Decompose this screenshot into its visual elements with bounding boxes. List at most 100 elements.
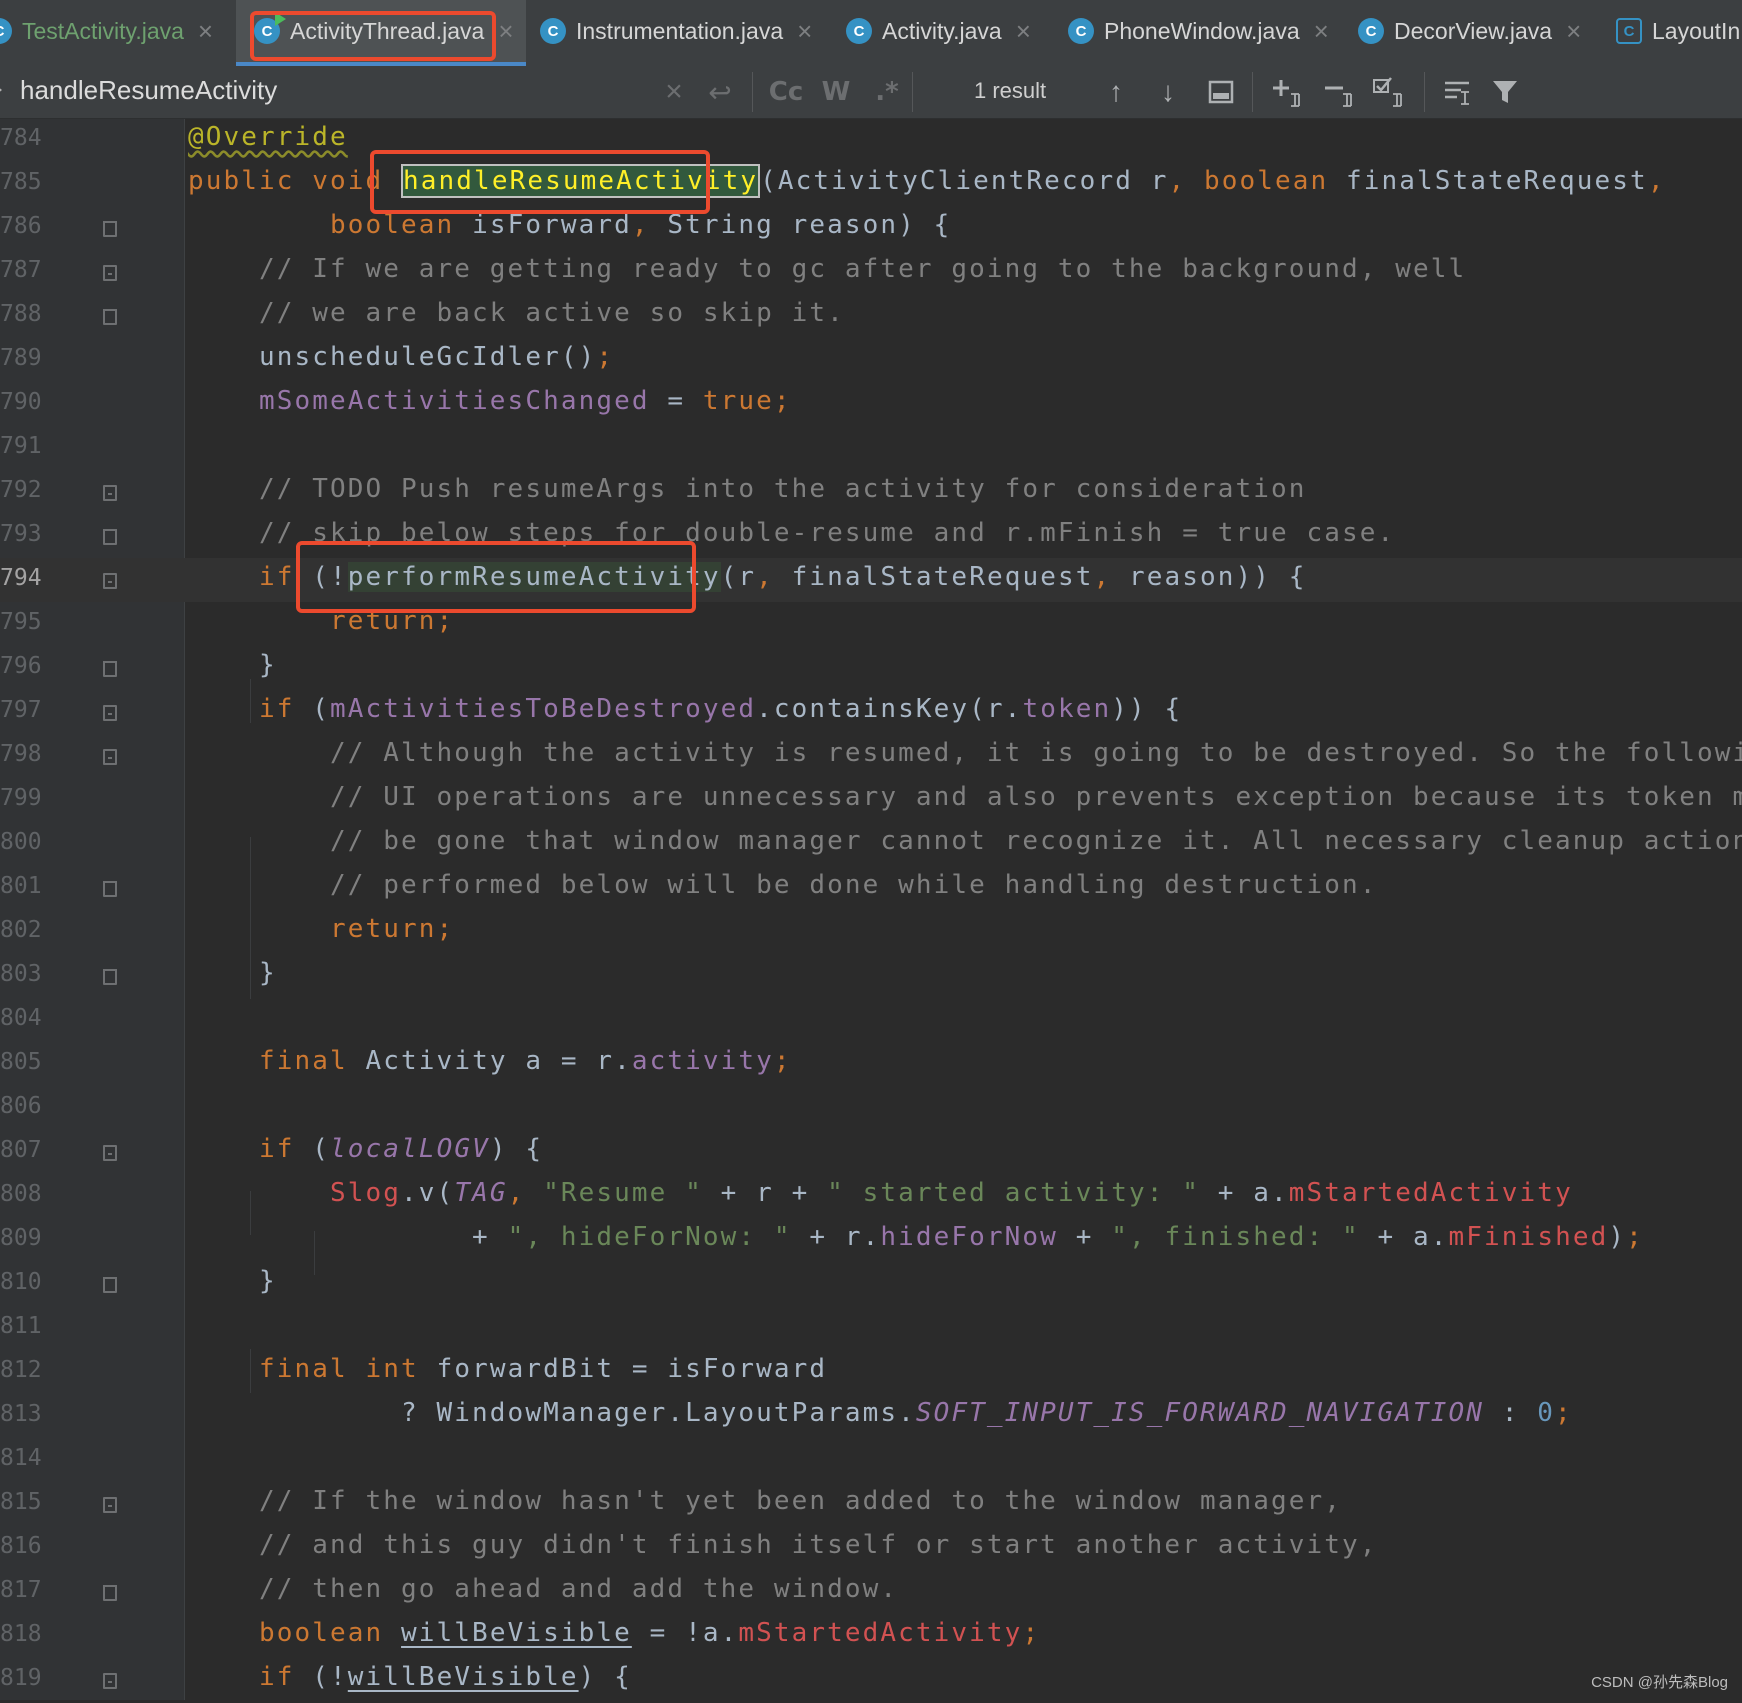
line-number: 816 [0,1533,42,1559]
line-number: 802 [0,917,42,943]
tab-label: PhoneWindow.java [1104,17,1300,44]
fold-icon[interactable] [103,1585,117,1601]
line-number: 814 [0,1445,42,1471]
close-icon[interactable]: × [1016,16,1031,47]
code-text: return; [330,914,455,944]
clear-icon[interactable]: × [660,72,688,112]
fold-icon[interactable] [103,1277,117,1293]
code-text: if (!performResumeActivity(r, finalState… [259,562,1307,592]
code-text: // and this guy didn't finish itself or … [259,1530,1378,1560]
close-icon[interactable]: × [498,16,513,47]
tab-decorview[interactable]: C DecorView.java × [1358,0,1598,62]
fold-icon[interactable] [103,1145,117,1161]
line-number: 797 [0,697,42,723]
fold-icon[interactable] [103,1497,117,1513]
filter-search-results-icon[interactable] [1440,72,1476,112]
close-icon[interactable]: × [198,16,213,47]
java-class-icon: C [846,18,872,44]
code-text: if (localLOGV) { [259,1134,544,1164]
code-text: boolean isForward, String reason) { [330,210,952,240]
code-text: if (mActivitiesToBeDestroyed.containsKey… [259,694,1183,724]
fold-icon[interactable] [103,573,117,589]
fold-icon[interactable] [103,749,117,765]
code-text: } [188,650,277,680]
fold-icon[interactable] [103,485,117,501]
code-text: // UI operations are unnecessary and als… [330,782,1742,812]
tab-activity[interactable]: C Activity.java × [846,0,1046,62]
code-text: final int forwardBit = isForward [259,1354,828,1384]
fold-icon[interactable] [103,265,117,281]
code-line: 786 boolean isForward, String reason) { [0,207,1742,251]
code-line: 789 unscheduleGcIdler(); [0,339,1742,383]
select-occurrences-icon[interactable] [1370,72,1408,112]
code-line: 784 @Override [0,119,1742,163]
code-text: boolean willBeVisible = !a.mStartedActiv… [259,1618,1041,1648]
code-line: 795 return; [0,603,1742,647]
line-number: 791 [0,433,42,459]
code-line: 790 mSomeActivitiesChanged = true; [0,383,1742,427]
tab-testactivity[interactable]: C TestActivity.java × [0,0,230,62]
run-icon [275,12,286,26]
fold-icon[interactable] [103,705,117,721]
remove-occurrence-icon[interactable] [1320,72,1356,112]
line-number: 788 [0,301,42,327]
close-icon[interactable]: × [1566,16,1581,47]
code-text: if (!willBeVisible) { [259,1662,632,1692]
line-number: 794 [0,565,42,591]
code-text: public void handleResumeActivity(Activit… [188,164,1666,198]
line-number: 808 [0,1181,42,1207]
tab-activitythread[interactable]: C ActivityThread.java × [236,0,526,66]
code-line: 796 } [0,647,1742,691]
tab-instrumentation[interactable]: C Instrumentation.java × [540,0,830,62]
tab-phonewindow[interactable]: C PhoneWindow.java × [1068,0,1329,62]
code-line: 791 [0,427,1742,471]
fold-icon[interactable] [103,969,117,985]
divider [912,72,913,112]
history-icon[interactable]: ↩ [704,72,736,112]
fold-icon[interactable] [103,881,117,897]
add-occurrence-icon[interactable] [1268,72,1304,112]
regex-toggle[interactable]: .* [870,72,904,112]
line-number: 800 [0,829,42,855]
code-line: 819 if (!willBeVisible) { [0,1659,1742,1703]
filter-icon[interactable] [1488,72,1522,112]
expand-icon[interactable] [0,82,2,98]
match-case-toggle[interactable]: Cc [766,72,806,112]
code-line: 812 final int forwardBit = isForward [0,1351,1742,1395]
code-text: // Although the activity is resumed, it … [330,738,1742,768]
code-line: 802 return; [0,911,1742,955]
tab-label: LayoutIn [1652,17,1741,44]
code-editor[interactable]: 784 @Override 785 public void handleResu… [0,119,1742,1700]
search-input[interactable]: handleResumeActivity [20,75,277,106]
arrow-up-icon[interactable]: ↑ [1100,72,1132,112]
close-icon[interactable]: × [1314,16,1329,47]
code-text: + ", hideForNow: " + r.hideForNow + ", f… [188,1222,1644,1252]
line-number: 795 [0,609,42,635]
fold-icon[interactable] [103,221,117,237]
code-line: 803 } [0,955,1742,999]
fold-icon[interactable] [103,661,117,677]
line-number: 805 [0,1049,42,1075]
code-line: 801 // performed below will be done whil… [0,867,1742,911]
java-abstract-class-icon: C [1616,18,1642,44]
line-number: 784 [0,125,42,151]
code-line: 815 // If the window hasn't yet been add… [0,1483,1742,1527]
line-number: 812 [0,1357,42,1383]
close-icon[interactable]: × [797,16,812,47]
fold-icon[interactable] [103,529,117,545]
tab-label: TestActivity.java [22,17,184,44]
code-line: 793 // skip below steps for double-resum… [0,515,1742,559]
code-line: 809 + ", hideForNow: " + r.hideForNow + … [0,1219,1742,1263]
tab-label: Activity.java [882,17,1002,44]
java-class-icon: C [1358,18,1384,44]
divider [1424,72,1425,112]
fold-icon[interactable] [103,309,117,325]
fold-icon[interactable] [103,1673,117,1689]
whole-words-toggle[interactable]: W [818,72,854,112]
tab-layoutinflater[interactable]: C LayoutIn [1616,0,1742,62]
select-all-occurrences-icon[interactable] [1204,72,1238,112]
line-number: 801 [0,873,42,899]
code-line: 807 if (localLOGV) { [0,1131,1742,1175]
arrow-down-icon[interactable]: ↓ [1152,72,1184,112]
code-text: } [188,958,277,988]
